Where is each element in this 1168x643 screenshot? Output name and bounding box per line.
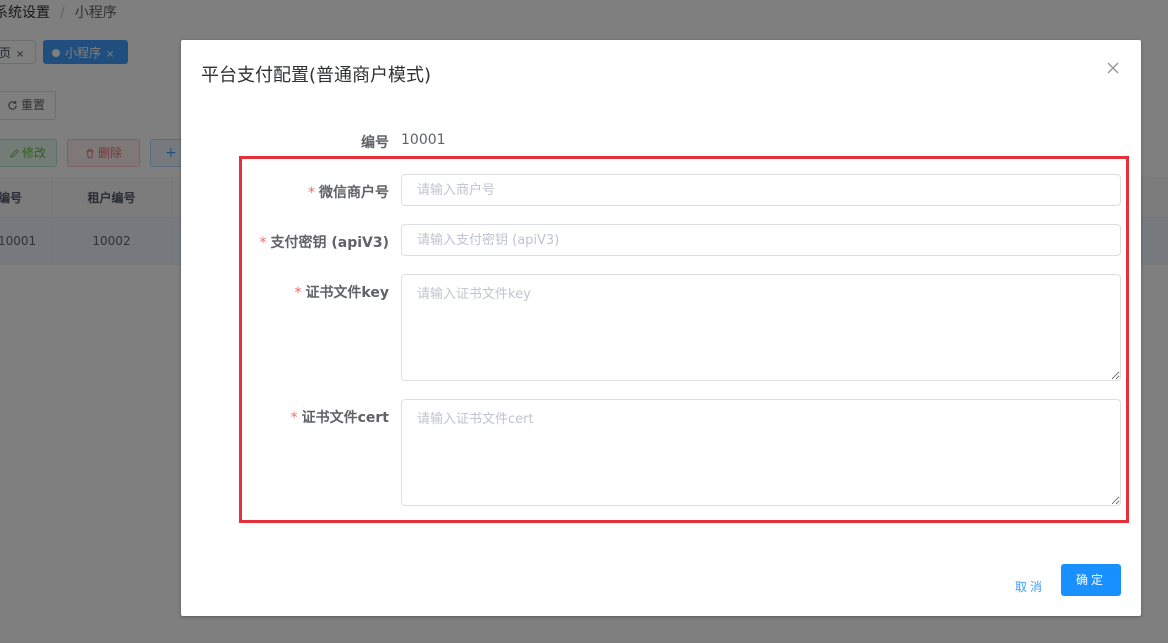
cert-key-textarea[interactable]: [401, 274, 1121, 381]
required-mark: *: [259, 235, 267, 251]
cancel-button[interactable]: 取消: [1009, 571, 1051, 603]
cert-key-label: * 证书文件key: [294, 282, 389, 302]
cert-label: * 证书文件cert: [291, 407, 389, 427]
id-value: 10001: [401, 132, 446, 148]
cert-textarea[interactable]: [401, 399, 1121, 506]
required-mark: *: [290, 410, 298, 426]
merchant-id-input[interactable]: [401, 174, 1121, 206]
id-label: 编号: [361, 135, 389, 151]
api-key-label-text: 支付密钥 (apiV3): [270, 235, 389, 251]
close-icon[interactable]: [1105, 60, 1121, 76]
dialog-title: 平台支付配置(普通商户模式): [201, 65, 432, 86]
api-key-input[interactable]: [401, 224, 1121, 256]
confirm-button[interactable]: 确定: [1061, 564, 1121, 596]
merchant-id-label: * 微信商户号: [308, 182, 389, 202]
api-key-label: * 支付密钥 (apiV3): [259, 232, 389, 252]
required-mark: *: [294, 285, 302, 301]
payment-config-dialog: 平台支付配置(普通商户模式) 编号 10001 *微信商户号 *支付密钥 (ap…: [181, 40, 1141, 616]
cert-label-text: 证书文件cert: [301, 410, 389, 426]
merchant-id-label-text: 微信商户号: [319, 185, 389, 201]
cert-key-label-text: 证书文件key: [305, 285, 389, 301]
required-mark: *: [308, 185, 315, 201]
